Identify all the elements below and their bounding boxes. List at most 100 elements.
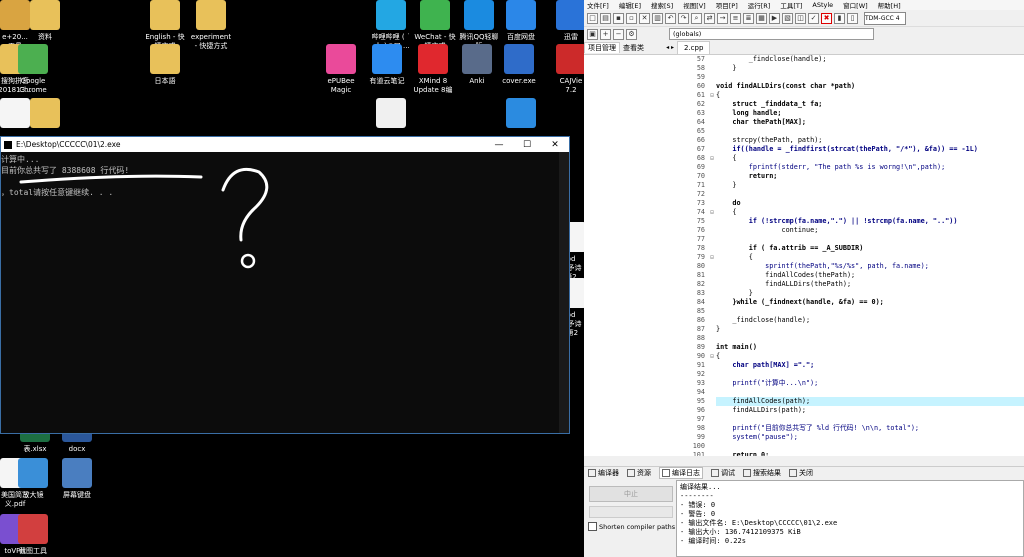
check-icon[interactable]: ✓ — [808, 12, 819, 24]
project-options-icon[interactable]: ⚙ — [626, 28, 637, 40]
code-line[interactable]: 82 findALLDirs(thePath); — [677, 280, 1024, 289]
code-line[interactable]: 62 struct _finddata_t fa; — [677, 100, 1024, 109]
undo-icon[interactable]: ↶ — [665, 12, 676, 24]
replace-icon[interactable]: ⇄ — [704, 12, 715, 24]
desktop-icon[interactable]: 迅雷 — [540, 0, 584, 42]
code-line[interactable]: 57 _findclose(handle); — [677, 55, 1024, 64]
code-line[interactable]: 83 } — [677, 289, 1024, 298]
menu-item[interactable]: 视图[V] — [683, 0, 706, 10]
code-editor[interactable]: 2.cpp 57 _findclose(handle); 58 } 59 60 void… — [677, 41, 1024, 456]
new-file-icon[interactable]: □ — [587, 12, 598, 24]
desktop-icon[interactable]: 资料 — [14, 0, 76, 42]
code-line[interactable]: 73 do — [677, 199, 1024, 208]
code-line[interactable]: 58 } — [677, 64, 1024, 73]
tab-project-manager[interactable]: 项目管理 — [584, 42, 620, 53]
code-line[interactable]: 77 — [677, 235, 1024, 244]
code-line[interactable]: 91 char path[MAX] ="."; — [677, 361, 1024, 370]
stop-icon[interactable]: ✖ — [821, 12, 832, 24]
indent-icon[interactable]: ≡ — [730, 12, 741, 24]
unindent-icon[interactable]: ≣ — [743, 12, 754, 24]
bottom-tab[interactable]: 搜索结果 — [743, 468, 781, 478]
code-line[interactable]: 63 long handle; — [677, 109, 1024, 118]
open-file-icon[interactable]: ▤ — [600, 12, 611, 24]
profile-icon[interactable]: ▯ — [847, 12, 858, 24]
redo-icon[interactable]: ↷ — [678, 12, 689, 24]
desktop-icon[interactable]: Google Chrome — [2, 44, 64, 95]
code-line[interactable]: 68 ⊟ { — [677, 154, 1024, 163]
project-add-icon[interactable]: + — [600, 28, 611, 40]
project-new-icon[interactable]: ▣ — [587, 28, 598, 40]
desktop-icon[interactable]: 截图工具 — [2, 514, 64, 556]
code-line[interactable]: 84 }while (_findnext(handle, &fa) == 0); — [677, 298, 1024, 307]
desktop-icon[interactable]: 屏幕键盘 — [46, 458, 108, 500]
code-line[interactable]: 67 if((handle = _findfirst(strcat(thePat… — [677, 145, 1024, 154]
shorten-paths-checkbox[interactable] — [588, 522, 597, 531]
console-scrollbar[interactable] — [559, 152, 569, 433]
compiler-select[interactable]: TDM-GCC 4 — [864, 11, 906, 25]
menu-item[interactable]: 文件[F] — [587, 0, 609, 10]
menu-item[interactable]: 工具[T] — [780, 0, 802, 10]
bottom-tab[interactable]: 关闭 — [789, 468, 813, 478]
desktop-icon[interactable] — [490, 98, 552, 131]
menu-item[interactable]: 搜索[S] — [651, 0, 673, 10]
menu-item[interactable]: AStyle — [812, 1, 833, 9]
code-line[interactable]: 75 if (!strcmp(fa.name,".") || !strcmp(f… — [677, 217, 1024, 226]
code-line[interactable]: 94 — [677, 388, 1024, 397]
code-line[interactable]: 65 — [677, 127, 1024, 136]
shorten-paths-option[interactable]: Shorten compiler paths — [588, 522, 675, 531]
code-line[interactable]: 90 ⊟{ — [677, 352, 1024, 361]
code-line[interactable]: 95 findAllCodes(path); — [677, 397, 1024, 406]
compile-log[interactable]: 编译结果... -------- - 错误: 0- 警告: 0- 输出文件名: E:… — [676, 480, 1024, 557]
code-line[interactable]: 72 — [677, 190, 1024, 199]
console-window[interactable]: E:\Desktop\CCCCC\01\2.exe — ☐ ✕ 计算中... 目前… — [0, 136, 570, 434]
desktop-icon[interactable]: 日本語 — [134, 44, 196, 86]
bottom-tab[interactable]: 编译日志 — [659, 467, 703, 479]
menu-item[interactable]: 项目[P] — [716, 0, 738, 10]
code-line[interactable]: 101 return 0; — [677, 451, 1024, 456]
find-icon[interactable]: ⌕ — [691, 12, 702, 24]
desktop-icon[interactable]: CAJVie 7.2 — [540, 44, 584, 95]
tab-2-cpp[interactable]: 2.cpp — [677, 41, 711, 54]
code-line[interactable]: 69 fprintf(stderr, "The path %s is worng… — [677, 163, 1024, 172]
menu-item[interactable]: 编辑[E] — [619, 0, 641, 10]
code-line[interactable]: 97 — [677, 415, 1024, 424]
console-titlebar[interactable]: E:\Desktop\CCCCC\01\2.exe — ☐ ✕ — [1, 137, 569, 152]
fold-marker-icon[interactable]: ⊟ — [708, 253, 716, 262]
compile-icon[interactable]: ▦ — [756, 12, 767, 24]
code-line[interactable]: 92 — [677, 370, 1024, 379]
save-all-icon[interactable]: ▫ — [626, 12, 637, 24]
bottom-tab[interactable]: 资源 — [627, 468, 651, 478]
code-line[interactable]: 76 continue; — [677, 226, 1024, 235]
fold-marker-icon[interactable]: ⊟ — [708, 208, 716, 217]
bottom-tab[interactable]: 调试 — [711, 468, 735, 478]
close-file-icon[interactable]: ✕ — [639, 12, 650, 24]
print-icon[interactable]: ▥ — [652, 12, 663, 24]
code-line[interactable]: 100 — [677, 442, 1024, 451]
stop-button[interactable]: 中止 — [589, 486, 673, 502]
code-line[interactable]: 79 ⊟ { — [677, 253, 1024, 262]
code-line[interactable]: 80 sprintf(thePath,"%s/%s", path, fa.nam… — [677, 262, 1024, 271]
menu-item[interactable]: 帮助[H] — [878, 0, 901, 10]
code-line[interactable]: 87} — [677, 325, 1024, 334]
close-button[interactable]: ✕ — [541, 140, 569, 150]
code-line[interactable]: 70 return; — [677, 172, 1024, 181]
code-line[interactable]: 93 printf("计算中...\n"); — [677, 379, 1024, 388]
chart-icon[interactable]: ▮ — [834, 12, 845, 24]
fold-marker-icon[interactable]: ⊟ — [708, 154, 716, 163]
panel-tab-scroll[interactable]: ◂ ▸ — [663, 44, 677, 51]
maximize-button[interactable]: ☐ — [513, 140, 541, 150]
code-line[interactable]: 59 — [677, 73, 1024, 82]
code-line[interactable]: 61 ⊟{ — [677, 91, 1024, 100]
code-line[interactable]: 66 strcpy(thePath, path); — [677, 136, 1024, 145]
code-line[interactable]: 85 — [677, 307, 1024, 316]
project-remove-icon[interactable]: − — [613, 28, 624, 40]
code-line[interactable]: 74 ⊟ { — [677, 208, 1024, 217]
code-line[interactable]: 60 void findALLDirs(const char *path) — [677, 82, 1024, 91]
fold-marker-icon[interactable]: ⊟ — [708, 352, 716, 361]
code-line[interactable]: 88 — [677, 334, 1024, 343]
run-icon[interactable]: ▶ — [769, 12, 780, 24]
code-line[interactable]: 71 } — [677, 181, 1024, 190]
desktop-icon[interactable] — [360, 98, 422, 131]
menu-item[interactable]: 运行[R] — [748, 0, 771, 10]
code-line[interactable]: 89 int main() — [677, 343, 1024, 352]
